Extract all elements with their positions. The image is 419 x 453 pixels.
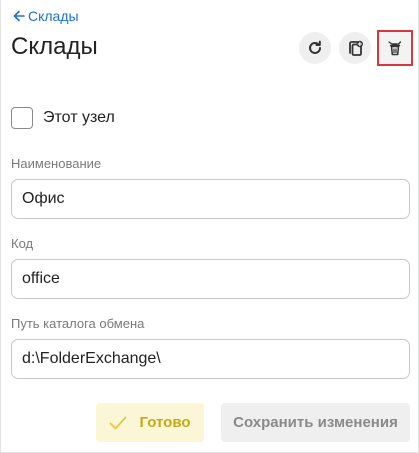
copy-button[interactable] <box>339 32 371 64</box>
delete-icon <box>388 41 402 56</box>
this-node-checkbox[interactable] <box>11 107 33 129</box>
this-node-label: Этот узел <box>43 109 115 126</box>
back-link-label: Склады <box>28 8 79 24</box>
copy-icon <box>349 40 363 56</box>
refresh-button[interactable] <box>299 32 331 64</box>
page-frame <box>0 0 419 453</box>
checkmark-icon <box>110 416 127 429</box>
name-field[interactable] <box>11 179 410 219</box>
exchange-path-field[interactable] <box>11 339 410 379</box>
code-field[interactable] <box>11 259 410 299</box>
arrow-left-icon <box>13 10 25 22</box>
refresh-icon <box>309 40 321 54</box>
page-title: Склады <box>11 33 98 60</box>
this-node-row: Этот узел <box>11 107 115 129</box>
done-button-label: Готово <box>139 414 191 431</box>
done-button[interactable]: Готово <box>96 403 204 442</box>
name-label: Наименование <box>11 156 102 171</box>
delete-button[interactable] <box>377 30 413 66</box>
code-label: Код <box>11 236 34 251</box>
save-changes-label: Сохранить изменения <box>233 414 398 431</box>
back-link[interactable]: Склады <box>12 8 79 24</box>
save-changes-button[interactable]: Сохранить изменения <box>221 403 410 442</box>
exchange-path-label: Путь каталога обмена <box>11 316 145 331</box>
